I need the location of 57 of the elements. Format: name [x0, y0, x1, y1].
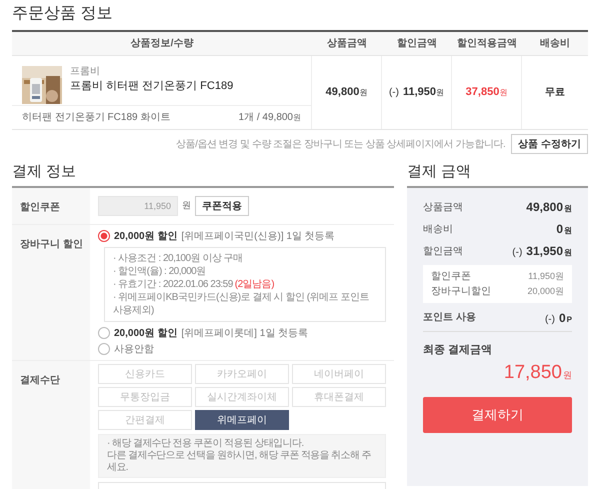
condition-text: · 할인액(율) : 20,000원	[113, 265, 207, 278]
column-header: 할인적용금액	[457, 38, 517, 49]
discount-amount: (-) 11,950원	[388, 85, 444, 100]
column-header: 상품정보/수량	[130, 38, 194, 49]
radio-button[interactable]	[98, 327, 110, 339]
payment-method-tab[interactable]: 신용카드	[98, 364, 192, 384]
payment-method-tab[interactable]: 위메프페이	[195, 410, 289, 430]
product-name: 프롬비 히터팬 전기온풍기 FC189	[70, 79, 234, 94]
summary-amount: 49,800 원	[526, 199, 572, 216]
radio-button[interactable]	[98, 343, 110, 355]
detail-label: 할인쿠폰	[431, 270, 471, 284]
currency-unit: 원	[182, 199, 191, 212]
option-label: 20,000원 할인 [위메프페이롯데] 1일 첫등록	[114, 326, 308, 340]
edit-product-button[interactable]: 상품 수정하기	[511, 134, 588, 154]
detail-label: 장바구니할인	[431, 285, 491, 299]
notice-text: 다른 결제수단으로 선택을 원하시면, 해당 쿠폰 적용을 취소해 주세요.	[107, 450, 372, 474]
option-label: 사용안함	[114, 342, 154, 356]
summary-label: 포인트 사용	[423, 311, 476, 325]
quantity-price: 1개 / 49,800원	[238, 111, 301, 125]
points-amount: (-) 0P	[544, 310, 572, 326]
summary-label: 할인금액	[423, 244, 463, 258]
edit-notice: 상품/옵션 변경 및 수량 조절은 장바구니 또는 상품 상세페이지에서 가능합니다.	[176, 138, 506, 152]
brand-name: 프롬비	[70, 66, 101, 78]
column-header: 할인금액	[397, 38, 437, 49]
section-title: 결제 금액	[407, 162, 472, 182]
condition-text: · 사용조건 : 20,100원 이상 구매	[113, 252, 244, 265]
payment-method-tab[interactable]: 네이버페이	[292, 364, 386, 384]
total-amount: 17,850 원	[504, 360, 572, 384]
field-label: 결제수단	[20, 375, 60, 386]
field-label: 장바구니 할인	[20, 239, 83, 250]
summary-label: 배송비	[423, 222, 453, 236]
option-label: 20,000원 할인 [위메프페이국민(신용)] 1일 첫등록	[114, 230, 335, 244]
total-label: 최종 결제금액	[423, 343, 494, 358]
column-header: 상품금액	[327, 38, 367, 49]
pay-button[interactable]: 결제하기	[423, 397, 572, 433]
product-price: 49,800원	[326, 85, 368, 100]
payment-method-tab[interactable]: 휴대폰결제	[292, 387, 386, 407]
column-header: 배송비	[540, 38, 570, 49]
section-title: 결제 정보	[12, 162, 78, 182]
condition-text: · 위메프페이KB국민카드(신용)로 결제 시 할인 (위메프 포인트 사용제외)	[113, 291, 370, 317]
detail-amount: 20,000원	[527, 284, 564, 298]
summary-label: 상품금액	[423, 200, 463, 214]
payment-method-tab[interactable]: 카카오페이	[195, 364, 289, 384]
shipping-fee: 무료	[545, 86, 565, 100]
payment-method-tab[interactable]: 간편결제	[98, 410, 192, 430]
detail-amount: 11,950원	[528, 270, 564, 283]
discounted-price: 37,850원	[466, 85, 508, 100]
payment-method-tab[interactable]: 실시간계좌이체	[195, 387, 289, 407]
summary-amount: 0 원	[556, 221, 572, 238]
payment-method-tab[interactable]: 무통장입금	[98, 387, 192, 407]
section-title: 주문상품 정보	[12, 4, 114, 24]
field-label: 할인쿠폰	[20, 202, 60, 213]
summary-amount: (-) 31,950 원	[512, 243, 572, 260]
product-option: 히터팬 전기온풍기 FC189 화이트	[22, 110, 170, 125]
radio-button[interactable]	[98, 230, 110, 242]
condition-text: · 유효기간 : 2022.01.06 23:59 (2일남음)	[113, 278, 276, 291]
notice-text: · 해당 결제수단 전용 쿠폰이 적용된 상태입니다.	[107, 438, 305, 450]
